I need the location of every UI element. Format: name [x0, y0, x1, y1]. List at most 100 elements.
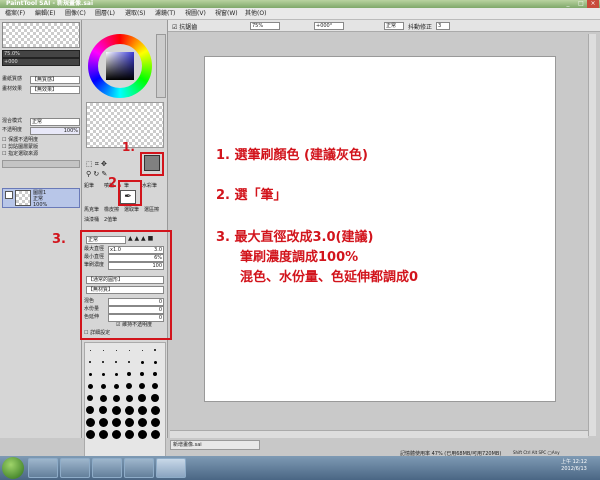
- brush-size-dot[interactable]: [153, 360, 157, 364]
- brush-size-dot[interactable]: [150, 429, 160, 439]
- brush-size-dot[interactable]: [140, 360, 144, 364]
- brush-size-dot[interactable]: [153, 372, 157, 376]
- close-button[interactable]: ×: [587, 0, 599, 8]
- menu-other[interactable]: 其他(O): [242, 8, 269, 20]
- eraser-tool[interactable]: 橡皮擦: [104, 206, 119, 213]
- brush-size-dot[interactable]: [114, 372, 118, 376]
- menu-file[interactable]: 檔案(F): [2, 8, 28, 20]
- brush-size-dot[interactable]: [111, 429, 121, 439]
- brush-size-dot[interactable]: [87, 383, 93, 389]
- pencil-tool[interactable]: 鉛筆: [84, 182, 94, 189]
- antialias-checkbox[interactable]: ☑ 抗鋸齒: [172, 22, 197, 31]
- layer-row[interactable]: 圖層1 正常 100%: [2, 188, 80, 208]
- system-clock[interactable]: 上午 12:12 2012/6/13: [548, 459, 600, 473]
- brush-size-dot[interactable]: [139, 383, 145, 389]
- brush-size-dot[interactable]: [101, 372, 105, 376]
- marker-tool[interactable]: 馬克筆: [84, 206, 99, 213]
- menu-image[interactable]: 圖像(C): [62, 8, 89, 20]
- brush-size-dot[interactable]: [99, 406, 107, 414]
- brush-size-dot[interactable]: [154, 349, 156, 351]
- taskbar-ie-icon[interactable]: [28, 458, 58, 478]
- brush-size-dot[interactable]: [86, 406, 94, 414]
- brush-size-dot[interactable]: [138, 394, 146, 402]
- brush-size-dot[interactable]: [102, 361, 104, 363]
- brush-size-dot[interactable]: [128, 349, 130, 351]
- brush-size-dot[interactable]: [88, 372, 92, 376]
- stabilizer-select[interactable]: 3: [436, 22, 450, 30]
- brush-size-dot[interactable]: [115, 361, 117, 363]
- zoom-select[interactable]: 75%: [250, 22, 280, 30]
- opacity-slider[interactable]: 100%: [30, 127, 80, 135]
- eye-icon[interactable]: [5, 191, 13, 199]
- select-tool-icons[interactable]: ⬚ ⌗ ✥: [86, 160, 107, 169]
- vertical-scrollbar[interactable]: [588, 34, 596, 436]
- protect-opacity-checkbox[interactable]: ☐ 保護不透明度: [2, 137, 38, 144]
- file-tab[interactable]: 新增畫像.sai: [170, 440, 260, 450]
- menu-edit[interactable]: 編輯(E): [32, 8, 58, 20]
- blend-mode-select[interactable]: 正常: [30, 118, 80, 126]
- watercolor-tool[interactable]: 水彩筆: [142, 182, 157, 189]
- brush-size-dot[interactable]: [127, 372, 131, 376]
- brush-size-dot[interactable]: [141, 349, 143, 351]
- taskbar-sai-icon[interactable]: [156, 458, 186, 478]
- brush-size-dot[interactable]: [150, 417, 160, 427]
- menu-view[interactable]: 視圖(V): [182, 8, 209, 20]
- brush-size-dot[interactable]: [152, 383, 158, 389]
- selpen-tool[interactable]: 選取筆: [124, 206, 139, 213]
- brush-size-dot[interactable]: [111, 417, 121, 427]
- brush-size-dot[interactable]: [137, 429, 147, 439]
- brush-size-dot[interactable]: [140, 372, 144, 376]
- navigator-zoom[interactable]: 75.0%: [2, 50, 80, 58]
- brush-size-dot[interactable]: [126, 383, 132, 389]
- brush-size-dot[interactable]: [150, 405, 160, 415]
- taskbar-explorer-icon[interactable]: [60, 458, 90, 478]
- navigator-angle[interactable]: +000: [2, 58, 80, 66]
- brush-size-dot[interactable]: [128, 361, 130, 363]
- color-slider-scroll[interactable]: [156, 34, 166, 98]
- annotation-num-3: 3.: [52, 232, 66, 247]
- brush-size-dot[interactable]: [115, 349, 117, 351]
- brush-size-dot[interactable]: [113, 383, 119, 389]
- taskbar-browser-icon[interactable]: [92, 458, 122, 478]
- brush-size-dot[interactable]: [137, 405, 147, 415]
- brush-size-dot[interactable]: [111, 405, 121, 415]
- bucket-tool[interactable]: 油漆桶: [84, 216, 99, 223]
- brush-size-dot[interactable]: [124, 429, 134, 439]
- menu-layer[interactable]: 圖層(L): [92, 8, 118, 20]
- menu-select[interactable]: 選取(S): [122, 8, 149, 20]
- brush-size-dot[interactable]: [89, 361, 91, 363]
- brush-size-dot[interactable]: [99, 394, 107, 402]
- brush-size-dot[interactable]: [151, 394, 159, 402]
- rotation-select[interactable]: +000°: [314, 22, 344, 30]
- brush-size-dot[interactable]: [100, 383, 106, 389]
- selection-source-checkbox[interactable]: ☐ 指定選取來源: [2, 151, 38, 158]
- paper-effect-select[interactable]: 【無效果】: [30, 86, 80, 94]
- brush-size-dot[interactable]: [89, 349, 91, 351]
- menu-window[interactable]: 視窗(W): [212, 8, 241, 20]
- saturation-value-square[interactable]: [106, 52, 134, 80]
- brush-size-dot[interactable]: [112, 394, 120, 402]
- maximize-button[interactable]: □: [575, 0, 587, 8]
- brush-size-dot[interactable]: [98, 417, 108, 427]
- brush-size-dot[interactable]: [85, 429, 95, 439]
- minimize-button[interactable]: _: [562, 0, 574, 8]
- brush-size-dot[interactable]: [125, 394, 133, 402]
- clipping-mask-checkbox[interactable]: ☐ 剪貼圖層蒙版: [2, 144, 38, 151]
- selerase-tool[interactable]: 選區擦: [144, 206, 159, 213]
- zoom-rotate-icons[interactable]: ⚲ ↻ ✎: [86, 170, 107, 178]
- binary-pen-tool[interactable]: 2值筆: [104, 216, 117, 223]
- start-button[interactable]: [2, 457, 24, 479]
- brush-size-dot[interactable]: [124, 405, 134, 415]
- brush-size-dot[interactable]: [98, 429, 108, 439]
- brush-size-dot[interactable]: [137, 417, 147, 427]
- horizontal-scrollbar[interactable]: [170, 430, 588, 438]
- brush-size-dot[interactable]: [102, 349, 104, 351]
- blend-select[interactable]: 正常: [384, 22, 404, 30]
- paper-texture-select[interactable]: 【無質感】: [30, 76, 80, 84]
- brush-size-dot[interactable]: [85, 417, 95, 427]
- color-wheel[interactable]: [88, 34, 152, 98]
- taskbar-app-icon[interactable]: [124, 458, 154, 478]
- menu-filter[interactable]: 濾鏡(T): [152, 8, 178, 20]
- brush-size-dot[interactable]: [124, 417, 134, 427]
- brush-size-dot[interactable]: [87, 395, 93, 401]
